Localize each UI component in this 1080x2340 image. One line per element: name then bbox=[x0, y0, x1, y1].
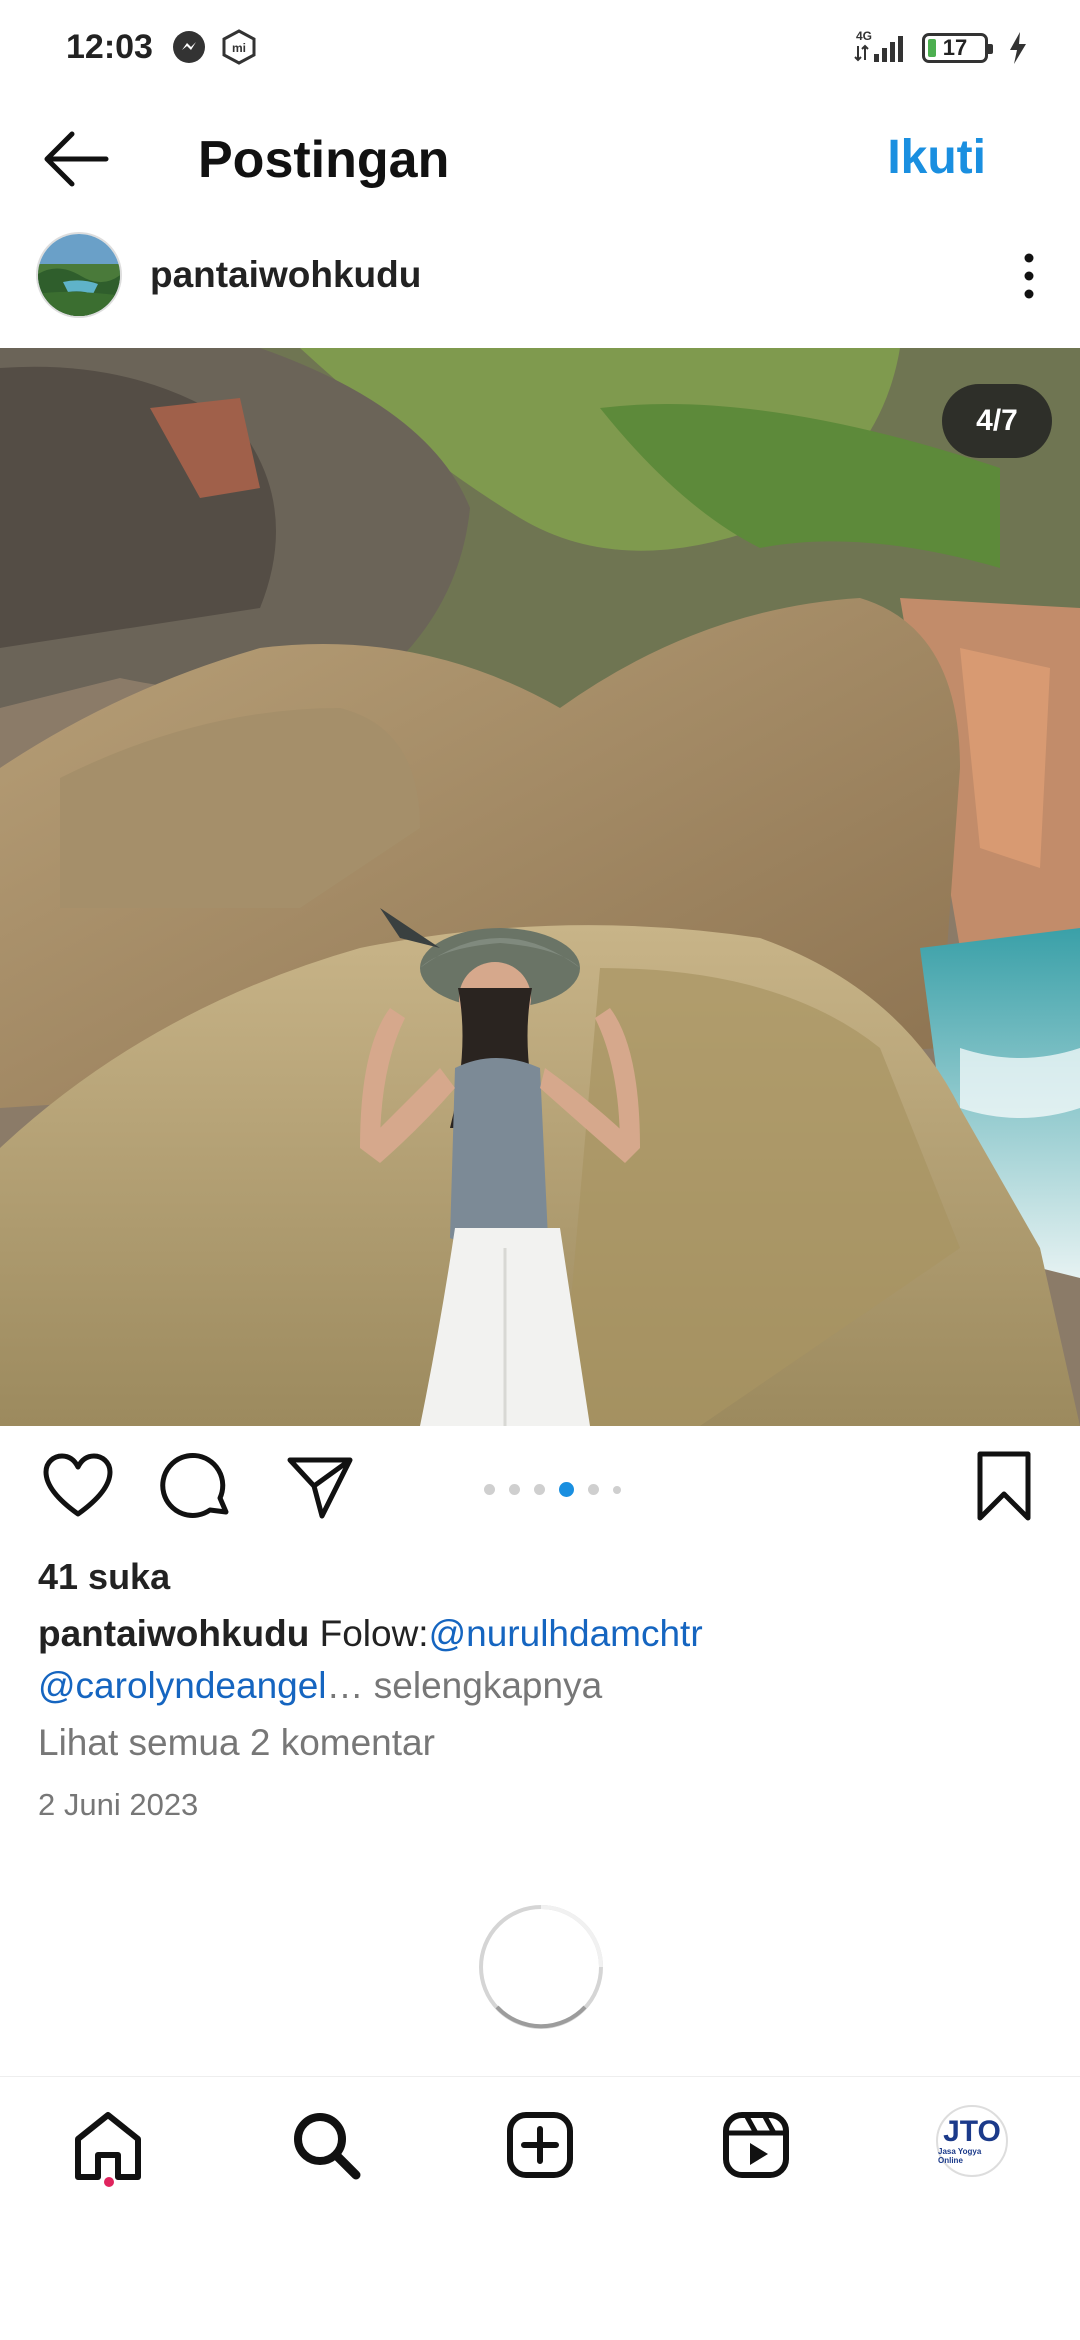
carousel-dot bbox=[534, 1484, 545, 1495]
share-send-icon[interactable] bbox=[282, 1448, 358, 1524]
status-right-icons: 4G 17 bbox=[852, 28, 1030, 68]
battery-level: 17 bbox=[942, 35, 968, 60]
top-app-bar: Postingan Ikuti bbox=[0, 100, 1080, 220]
home-icon[interactable] bbox=[70, 2107, 146, 2183]
bookmark-icon[interactable] bbox=[966, 1448, 1042, 1524]
search-icon[interactable] bbox=[288, 2107, 364, 2183]
status-bar: 12:03 mi 4G 17 bbox=[0, 0, 1080, 100]
battery-icon: 17 bbox=[922, 33, 993, 63]
home-notification-dot bbox=[104, 2177, 114, 2187]
see-more-link[interactable]: selengkapnya bbox=[364, 1665, 602, 1706]
carousel-dot bbox=[509, 1484, 520, 1495]
profile-avatar[interactable]: JTO Jasa Yogya Online bbox=[936, 2105, 1008, 2177]
caption-mention[interactable]: @nurulhdamchtr bbox=[429, 1613, 703, 1654]
carousel-dot bbox=[588, 1484, 599, 1495]
page-title: Postingan bbox=[198, 131, 450, 189]
signal-icon: 4G bbox=[854, 29, 903, 62]
more-options-icon[interactable] bbox=[1014, 250, 1044, 302]
charging-icon bbox=[1010, 32, 1026, 64]
status-time: 12:03 bbox=[66, 28, 153, 66]
like-heart-icon[interactable] bbox=[40, 1448, 116, 1524]
post-author-row: pantaiwohkudu bbox=[0, 220, 1080, 350]
caption-mention[interactable]: @carolyndeangel bbox=[38, 1665, 327, 1706]
svg-text:mi: mi bbox=[232, 41, 246, 55]
likes-count[interactable]: 41 suka bbox=[38, 1556, 170, 1598]
post-actions-bar bbox=[0, 1430, 1080, 1550]
create-post-icon[interactable] bbox=[502, 2107, 578, 2183]
carousel-dot-active bbox=[559, 1482, 574, 1497]
caption-ellipsis: … bbox=[326, 1665, 364, 1706]
messenger-notification-icon bbox=[173, 31, 205, 63]
post-date: 2 Juni 2023 bbox=[38, 1787, 199, 1822]
carousel-indicator bbox=[484, 1482, 621, 1497]
loading-spinner-icon bbox=[479, 1905, 603, 2029]
profile-logo-subtitle: Jasa Yogya Online bbox=[938, 2147, 982, 2165]
beach-rock-photo bbox=[0, 348, 1080, 1426]
follow-button[interactable]: Ikuti bbox=[887, 130, 986, 185]
mi-app-icon: mi bbox=[222, 29, 256, 65]
caption-username[interactable]: pantaiwohkudu bbox=[38, 1613, 309, 1654]
post-caption: pantaiwohkudu Folow:@nurulhdamchtr @caro… bbox=[38, 1608, 1048, 1712]
carousel-dot bbox=[613, 1485, 621, 1494]
comment-icon[interactable] bbox=[160, 1448, 236, 1524]
image-counter-badge: 4/7 bbox=[942, 384, 1052, 458]
caption-text: Folow: bbox=[309, 1613, 429, 1654]
reels-icon[interactable] bbox=[718, 2107, 794, 2183]
view-all-comments-link[interactable]: Lihat semua 2 komentar bbox=[38, 1722, 435, 1764]
post-photo[interactable]: 4/7 bbox=[0, 348, 1080, 1426]
author-avatar[interactable] bbox=[36, 232, 122, 318]
network-type: 4G bbox=[856, 29, 872, 43]
bottom-navigation: JTO Jasa Yogya Online bbox=[0, 2076, 1080, 2216]
profile-logo: JTO bbox=[943, 2115, 1001, 2148]
carousel-dot bbox=[484, 1484, 495, 1495]
back-arrow-icon[interactable] bbox=[36, 124, 116, 194]
author-username[interactable]: pantaiwohkudu bbox=[150, 254, 421, 296]
